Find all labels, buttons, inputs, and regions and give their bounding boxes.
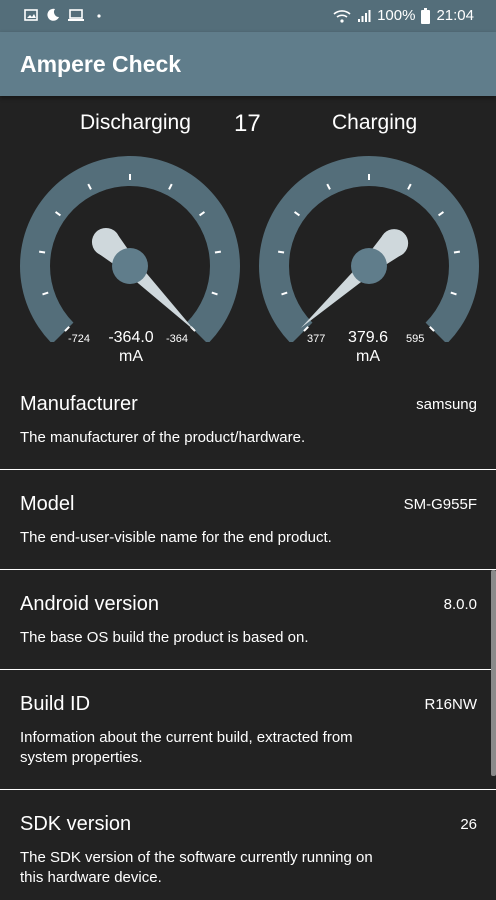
discharging-max: -364: [166, 333, 189, 345]
gauge-needle-tail: [380, 229, 409, 258]
gauge-tick: [38, 250, 46, 254]
wifi-icon: [333, 9, 351, 23]
list-item-model[interactable]: Model SM-G955F The end-user-visible name…: [0, 470, 496, 570]
device-info-list[interactable]: Manufacturer samsung The manufacturer of…: [0, 370, 496, 900]
list-item-android-version[interactable]: Android version 8.0.0 The base OS build …: [0, 570, 496, 670]
discharging-min: -724: [68, 333, 91, 345]
gauge-tick: [214, 250, 222, 254]
item-title: Manufacturer: [20, 393, 138, 415]
item-description: The end-user-visible name for the end pr…: [20, 529, 332, 546]
charging-gauge: [259, 156, 480, 342]
item-description: The manufacturer of the product/hardware…: [20, 429, 306, 446]
charging-unit: mA: [356, 348, 380, 365]
discharging-unit: mA: [119, 348, 143, 365]
sample-count: 17: [234, 110, 261, 137]
charging-max: 595: [406, 333, 425, 345]
gauge-needle-tail: [91, 227, 120, 256]
battery-percent: 100%: [377, 7, 416, 24]
charging-value: 379.6: [347, 329, 389, 346]
signal-icon: [358, 9, 371, 22]
gauge-hub: [351, 248, 387, 284]
gauge-tick: [277, 250, 285, 254]
item-value: R16NW: [424, 696, 477, 713]
list-item-build-id[interactable]: Build ID R16NW Information about the cur…: [0, 670, 496, 790]
item-title: Build ID: [20, 693, 91, 715]
item-value: samsung: [416, 396, 477, 413]
item-description: The base OS build the product is based o…: [20, 629, 309, 646]
status-bar: 100% 21:04: [0, 0, 496, 32]
item-description: The SDK version of the software currentl…: [20, 849, 373, 886]
moon-icon: [47, 8, 59, 21]
scrollbar[interactable]: [491, 570, 496, 776]
laptop-icon: [68, 9, 84, 21]
charging-label: Charging: [332, 111, 418, 134]
app-title: Ampere Check: [20, 51, 182, 77]
system-status: 100% 21:04: [333, 7, 474, 24]
dot-icon: [97, 14, 101, 18]
item-title: Model: [20, 493, 75, 515]
item-value: 26: [460, 816, 477, 833]
item-value: SM-G955F: [403, 496, 477, 513]
discharging-gauge: [20, 156, 241, 342]
battery-icon: [421, 7, 431, 24]
charging-min: 377: [307, 333, 326, 345]
list-item-sdk-version[interactable]: SDK version 26 The SDK version of the so…: [0, 790, 496, 900]
clock: 21:04: [436, 7, 474, 24]
gauge-hub: [112, 248, 148, 284]
item-description: Information about the current build, ext…: [20, 729, 353, 766]
gauge-panel: Discharging 17 Charging -724 -364.0 -364…: [0, 96, 496, 370]
item-title: SDK version: [20, 813, 132, 835]
notification-icons: [24, 8, 106, 22]
image-icon: [24, 9, 38, 21]
item-title: Android version: [20, 593, 159, 615]
list-item-manufacturer[interactable]: Manufacturer samsung The manufacturer of…: [0, 370, 496, 470]
gauge-tick: [453, 250, 461, 254]
app-bar: Ampere Check: [0, 32, 496, 96]
discharging-label: Discharging: [80, 111, 191, 134]
item-value: 8.0.0: [443, 596, 477, 613]
discharging-value: -364.0: [108, 329, 154, 346]
